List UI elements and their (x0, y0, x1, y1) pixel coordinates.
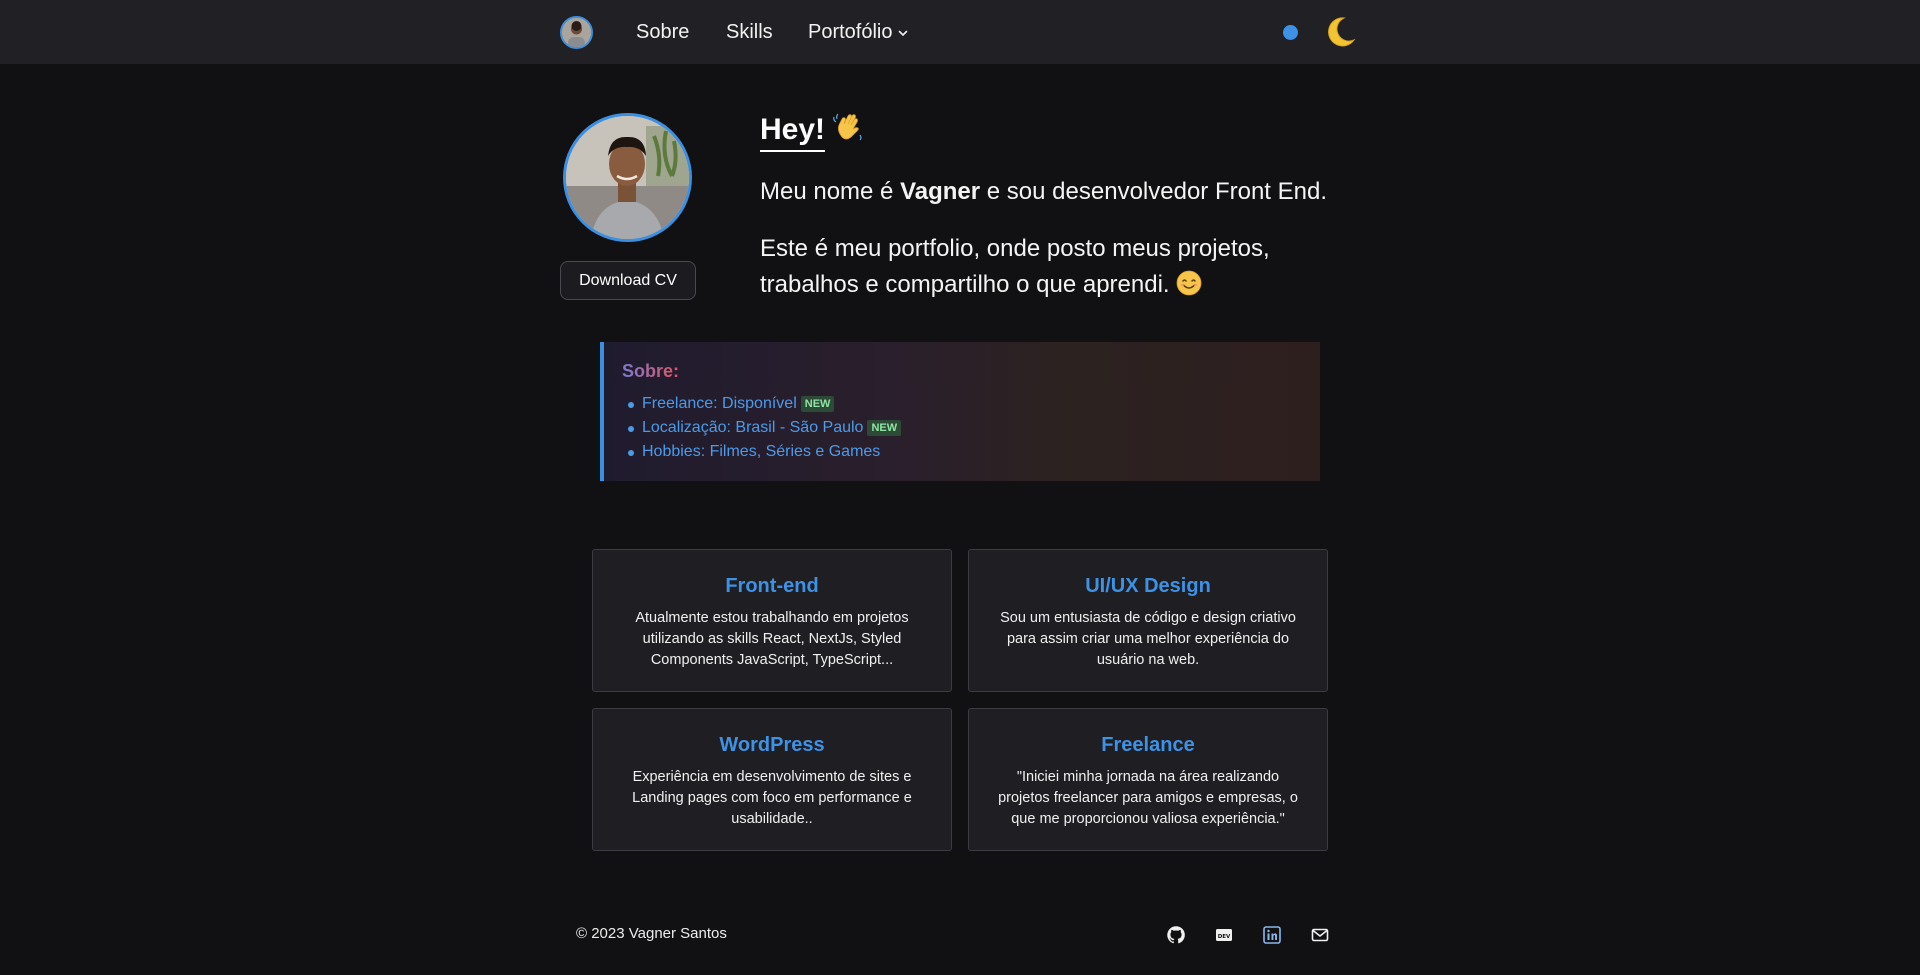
download-cv-button[interactable]: Download CV (560, 261, 696, 300)
card-title: Freelance (1101, 734, 1195, 756)
intro-prefix: Meu nome é (760, 178, 901, 205)
card-text: "Iniciei minha jornada na área realizand… (998, 769, 1298, 827)
svg-text:DEV: DEV (1218, 934, 1231, 940)
card-text: Atualmente estou trabalhando em projetos… (635, 610, 909, 668)
card-text: Experiência em desenvolvimento de sites … (632, 769, 912, 827)
new-badge: NEW (800, 396, 835, 412)
linkedin-icon[interactable] (1262, 925, 1282, 945)
about-item-text: Hobbies: Filmes, Séries e Games (642, 443, 881, 460)
avatar-image-icon (562, 18, 591, 47)
smiling-face-icon (1176, 270, 1202, 307)
dev-icon[interactable]: DEV (1214, 925, 1234, 945)
intro-line-1: Meu nome é Vagner e sou desenvolvedor Fr… (760, 176, 1327, 208)
about-item-hobbies[interactable]: Hobbies: Filmes, Séries e Games (626, 440, 1320, 464)
mail-icon[interactable] (1310, 925, 1330, 945)
github-icon[interactable] (1166, 925, 1186, 945)
skill-card-uiux: UI/UX Design Sou um entusiasta de código… (968, 549, 1328, 692)
top-navbar: Sobre Skills Portofólio (0, 0, 1920, 64)
skill-card-frontend: Front-end Atualmente estou trabalhando e… (592, 549, 952, 692)
greeting-heading: Hey! (760, 110, 865, 154)
card-title: UI/UX Design (1085, 575, 1211, 597)
new-badge: NEW (867, 420, 902, 436)
chevron-down-icon (898, 30, 907, 36)
skill-card-wordpress: WordPress Experiência em desenvolvimento… (592, 708, 952, 851)
copyright-text: © 2023 Vagner Santos (576, 925, 727, 942)
about-item-text: Localização: Brasil - São Paulo (642, 419, 864, 436)
intro-suffix: e sou desenvolvedor Front End. (980, 178, 1327, 205)
card-title: Front-end (725, 575, 819, 597)
nav-link-portfolio[interactable]: Portofólio (808, 19, 909, 45)
status-dot (1283, 25, 1298, 40)
about-list: Freelance: Disponível NEW Localização: Br… (622, 392, 1320, 464)
nav-link-skills[interactable]: Skills (726, 19, 773, 45)
nav-avatar[interactable] (560, 16, 593, 49)
profile-photo (563, 113, 692, 242)
card-text: Sou um entusiasta de código e design cri… (1000, 610, 1296, 668)
about-item-location[interactable]: Localização: Brasil - São Paulo NEW (626, 416, 1320, 440)
intro-line-2: Este é meu portfolio, onde posto meus pr… (760, 231, 1360, 307)
intro-name: Vagner (900, 178, 981, 205)
greeting-text: Hey! (760, 113, 826, 152)
about-box: Sobre: Freelance: Disponível NEW Localiza… (600, 342, 1320, 481)
skill-card-freelance: Freelance "Iniciei minha jornada na área… (968, 708, 1328, 851)
moon-icon[interactable] (1320, 12, 1360, 52)
about-item-text: Freelance: Disponível (642, 395, 797, 412)
card-title: WordPress (719, 734, 825, 756)
nav-link-sobre[interactable]: Sobre (636, 19, 689, 45)
about-title: Sobre: (622, 361, 680, 381)
nav-link-portfolio-label: Portofólio (808, 21, 893, 43)
waving-hand-icon (833, 111, 865, 154)
about-item-freelance[interactable]: Freelance: Disponível NEW (626, 392, 1320, 416)
